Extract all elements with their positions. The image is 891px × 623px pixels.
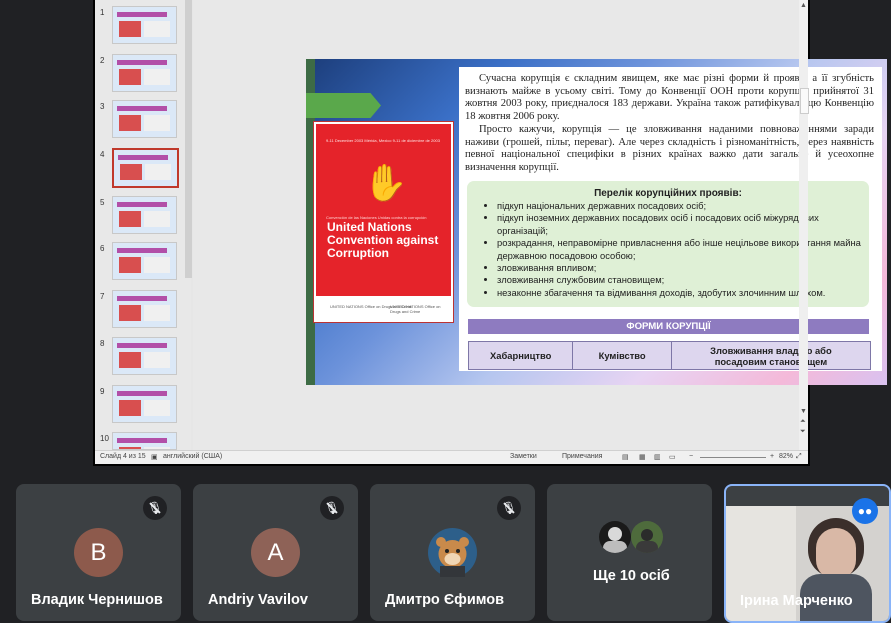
thumbnail-number: 8 xyxy=(100,339,105,348)
paragraph-2: Просто кажучи, корупція — це зловживання… xyxy=(465,123,874,173)
participant-name: Andriy Vavilov xyxy=(208,592,308,608)
thumbnail-number: 10 xyxy=(100,434,109,443)
poster-top-text: 9-11 December 2003 Mérida, Mexico 9-11 d… xyxy=(326,138,440,143)
avatar-other-2 xyxy=(631,521,663,553)
slide-thumbnail[interactable] xyxy=(112,54,177,92)
comments-button[interactable]: Примечания xyxy=(562,453,602,460)
thumbnail-number: 1 xyxy=(100,8,105,17)
list-item: незаконне збагачення та відмивання доход… xyxy=(497,287,869,299)
un-convention-poster: 9-11 December 2003 Mérida, Mexico 9-11 d… xyxy=(314,122,453,322)
slide-thumbnail-pane: 1 2 3 4 5 6 7 8 9 10 xyxy=(95,0,191,450)
slide-thumbnail[interactable] xyxy=(112,148,179,188)
list-item: підкуп іноземних державних посадових осі… xyxy=(497,212,869,237)
slide-thumbnail[interactable] xyxy=(112,242,177,280)
mic-muted-icon: 🎙 xyxy=(320,496,344,520)
thumbnail-number: 6 xyxy=(100,244,105,253)
thumbnail-number: 4 xyxy=(100,150,105,159)
list-item: зловживання службовим становищем; xyxy=(497,274,869,286)
slide-thumbnail[interactable] xyxy=(112,100,177,138)
slide-thumbnail[interactable] xyxy=(112,196,177,234)
fit-slide-icon[interactable]: ⤢ xyxy=(796,453,802,461)
spellcheck-icon[interactable]: ▣ xyxy=(151,453,158,461)
green-arrow-shape xyxy=(306,93,381,118)
avatar: A xyxy=(251,528,300,577)
notes-button[interactable]: Заметки xyxy=(510,453,537,460)
slide-editor-area: 9-11 December 2003 Mérida, Mexico 9-11 d… xyxy=(193,0,887,450)
slide-thumbnail[interactable] xyxy=(112,290,177,328)
thumbnail-number: 7 xyxy=(100,292,105,301)
prev-slide-icon[interactable]: ⏶ xyxy=(800,418,806,426)
slide-thumbnail[interactable] xyxy=(112,337,177,375)
language-indicator[interactable]: английский (США) xyxy=(163,453,222,460)
corruption-list-box: Перелік корупційних проявів: підкуп наці… xyxy=(467,181,869,307)
slideshow-icon[interactable]: ▭ xyxy=(669,453,676,461)
zoom-slider[interactable] xyxy=(700,457,766,458)
zoom-level[interactable]: 82% xyxy=(779,453,793,460)
list-item: підкуп національних державних посадових … xyxy=(497,200,869,212)
scroll-down-icon[interactable]: ▼ xyxy=(800,408,807,415)
participant-name: Ірина Марченко xyxy=(740,593,853,609)
status-bar: Слайд 4 из 15 ▣ английский (США) Заметки… xyxy=(95,450,808,464)
poster-footer-right: UNITED NATIONS Office on Drugs and Crime xyxy=(390,304,441,314)
editor-vertical-scrollbar[interactable]: ▲ ▼ ⏶ ⏷ xyxy=(799,0,809,450)
mic-muted-icon: 🎙 xyxy=(143,496,167,520)
participant-name: Дмитро Єфимов xyxy=(385,592,505,608)
slide-thumbnail[interactable] xyxy=(112,6,177,44)
poster-footer: UNITED NATIONS Office on Drugs and Crime… xyxy=(316,296,451,320)
forms-row: Хабарництво Кумівство Зловживання владою… xyxy=(468,341,871,370)
form-nepotism: Кумівство xyxy=(573,342,672,369)
hand-icon: ✋ xyxy=(363,162,408,203)
slide-thumbnail[interactable] xyxy=(112,385,177,423)
avatar-other-1 xyxy=(599,521,631,553)
paragraph-1: Сучасна корупція є складним явищем, яке … xyxy=(465,73,874,123)
participant-tile[interactable]: 🎙 A Andriy Vavilov xyxy=(193,484,358,621)
forms-title: ФОРМИ КОРУПЦІЇ xyxy=(468,319,869,334)
reading-view-icon[interactable]: ▥ xyxy=(654,453,661,461)
next-slide-icon[interactable]: ⏷ xyxy=(800,428,806,436)
participant-name: Владик Чернишов xyxy=(31,592,163,608)
participant-tile-speaking[interactable]: ●● Ірина Марченко xyxy=(724,484,891,623)
slide-sorter-icon[interactable]: ▦ xyxy=(639,453,646,461)
avatar: В xyxy=(74,528,123,577)
thumbnail-number: 3 xyxy=(100,102,105,111)
participant-tile-others[interactable]: Ще 10 осіб xyxy=(547,484,712,621)
zoom-in-icon[interactable]: + xyxy=(770,453,774,460)
avatar xyxy=(428,528,477,577)
scroll-up-icon[interactable]: ▲ xyxy=(800,2,807,9)
form-abuse-of-power: Зловживання владою або посадовим станови… xyxy=(710,344,832,367)
slide-paragraphs: Сучасна корупція є складним явищем, яке … xyxy=(465,73,874,175)
normal-view-icon[interactable]: ▤ xyxy=(622,453,629,461)
list-title: Перелік корупційних проявів: xyxy=(594,188,742,199)
speaking-indicator-icon: ●● xyxy=(852,498,878,524)
slide-text-panel: Сучасна корупція є складним явищем, яке … xyxy=(459,67,882,371)
thumbnail-number: 5 xyxy=(100,198,105,207)
mic-muted-icon: 🎙 xyxy=(497,496,521,520)
thumbnail-number: 2 xyxy=(100,56,105,65)
slide-counter: Слайд 4 из 15 xyxy=(100,453,146,460)
zoom-out-icon[interactable]: − xyxy=(689,453,693,460)
list-item: розкрадання, неправомірне привласнення а… xyxy=(497,237,869,262)
thumbnail-number: 9 xyxy=(100,387,105,396)
scroll-thumb[interactable] xyxy=(800,88,809,114)
participant-tile[interactable]: 🎙 Дмитро Єфимов xyxy=(370,484,535,621)
participant-tile[interactable]: 🎙 В Владик Чернишов xyxy=(16,484,181,621)
form-bribery: Хабарництво xyxy=(469,342,574,369)
shared-screen: 1 2 3 4 5 6 7 8 9 10 9-11 December 2003 Mérida, M… xyxy=(93,0,887,466)
poster-title: United Nations Convention against Corrup… xyxy=(327,220,439,260)
slide-thumbnail[interactable] xyxy=(112,432,177,450)
corruption-list: підкуп національних державних посадових … xyxy=(487,200,869,299)
thumbnail-scrollbar[interactable] xyxy=(185,0,192,278)
powerpoint-window: 1 2 3 4 5 6 7 8 9 10 9-11 December 2003 Mérida, M… xyxy=(95,0,887,464)
participant-name: Ще 10 осіб xyxy=(593,568,670,584)
list-item: зловживання впливом; xyxy=(497,262,869,274)
